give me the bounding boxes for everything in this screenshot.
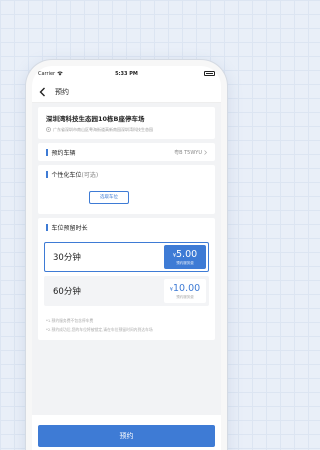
nav-bar: 预约 [32, 81, 221, 103]
duration-label: 60分钟 [53, 287, 81, 297]
custom-spot-row: 个性化车位(可选) [38, 165, 215, 183]
vehicle-card[interactable]: 预约车辆 粤B T5WYU [38, 143, 215, 161]
duration-option-30[interactable]: 30分钟 ¥ 5.00 预约服务费 [44, 242, 209, 272]
retention-card: 车位预留时长 30分钟 ¥ 5.00 预约服务费 60分钟 ¥ 10.00 预约… [38, 218, 215, 340]
duration-option-60[interactable]: 60分钟 ¥ 10.00 预约服务费 [44, 276, 209, 306]
price-box: ¥ 10.00 预约服务费 [164, 279, 206, 303]
location-pin-icon [46, 127, 51, 132]
page-title: 预约 [55, 87, 69, 96]
parking-lot-name: 深圳湾科技生态园10栋B座停车场 [46, 115, 145, 123]
price-note: 预约服务费 [176, 294, 194, 299]
section-marker [46, 170, 48, 178]
duration-label: 30分钟 [53, 253, 81, 263]
section-marker [46, 223, 48, 231]
price-value: 5.00 [176, 248, 198, 260]
reserve-button[interactable]: 预约 [38, 425, 215, 447]
retention-label: 车位预留时长 [51, 224, 88, 232]
price-value: 10.00 [172, 282, 201, 294]
vehicle-value[interactable]: 粤B T5WYU [174, 149, 207, 156]
notes: *1.预约服务费不包含停车费 *2.预约成功后,您的车位将被锁定,请在车位预留时… [38, 312, 215, 340]
chevron-left-icon[interactable] [39, 86, 49, 98]
price: ¥ 10.00 [170, 283, 200, 294]
vehicle-label: 预约车辆 [51, 149, 76, 157]
custom-spot-title: 个性化车位 [51, 171, 82, 179]
custom-spot-card: 个性化车位(可选) 选取车位 [38, 165, 215, 214]
app-screen: Carrier 5:33 PM 预约 深圳湾科技生态园10栋B座停车场 广东省深… [32, 66, 221, 450]
status-bar: Carrier 5:33 PM [32, 66, 221, 81]
vehicle-row[interactable]: 预约车辆 粤B T5WYU [38, 143, 215, 161]
address-text: 广东省深圳市南山区粤海街道高新南园深圳湾科技生态园 [53, 127, 153, 132]
parking-address: 广东省深圳市南山区粤海街道高新南园深圳湾科技生态园 [46, 127, 207, 133]
chevron-right-icon [204, 149, 207, 155]
section-marker [46, 148, 48, 156]
price: ¥ 5.00 [173, 249, 197, 260]
note-item: *2.预约成功后,您的车位将被锁定,请在车位预留时间内到达车场 [46, 327, 153, 332]
pick-spot-button[interactable]: 选取车位 [89, 191, 129, 204]
price-box: ¥ 5.00 预约服务费 [164, 245, 206, 269]
retention-row: 车位预留时长 [38, 218, 215, 236]
custom-spot-label: 个性化车位(可选) [52, 170, 99, 179]
parking-location-card: 深圳湾科技生态园10栋B座停车场 广东省深圳市南山区粤海街道高新南园深圳湾科技生… [38, 107, 215, 139]
price-note: 预约服务费 [176, 260, 194, 265]
battery-icon [204, 71, 215, 76]
optional-hint: (可选) [81, 171, 99, 179]
license-plate: 粤B T5WYU [174, 149, 202, 156]
duration-options: 30分钟 ¥ 5.00 预约服务费 60分钟 ¥ 10.00 预约服务费 [38, 236, 215, 312]
submit-area: 预约 [32, 415, 221, 450]
note-item: *1.预约服务费不包含停车费 [46, 318, 94, 323]
clock: 5:33 PM [115, 70, 138, 77]
pick-spot-wrapper: 选取车位 [38, 183, 215, 214]
phone-frame: Carrier 5:33 PM 预约 深圳湾科技生态园10栋B座停车场 广东省深… [26, 60, 227, 450]
